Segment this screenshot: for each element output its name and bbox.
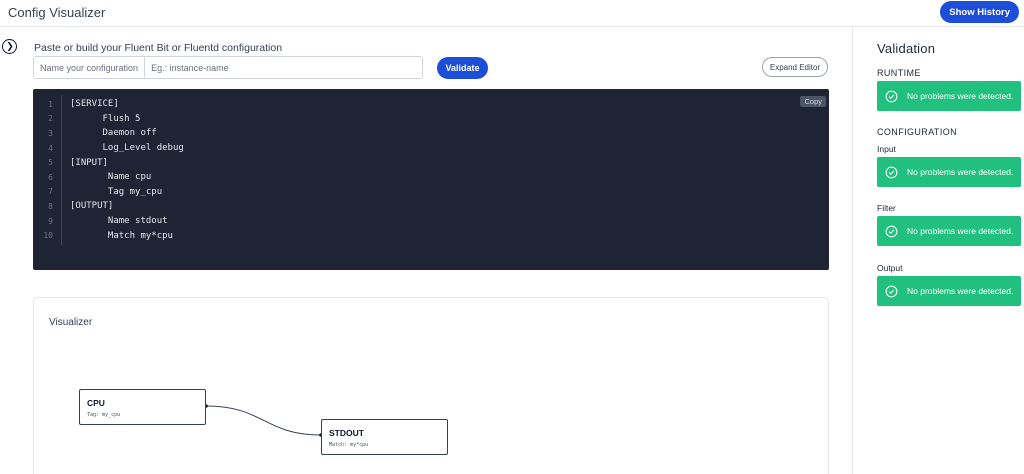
code-line: 10 Match my*cpu [33, 228, 184, 243]
line-text: Flush 5 [70, 113, 141, 124]
configuration-heading: CONFIGURATION [877, 127, 958, 137]
config-name-input[interactable] [145, 57, 422, 78]
sidebar-divider [852, 27, 853, 474]
code-line: 9 Name stdout [33, 214, 184, 229]
line-number: 1 [48, 99, 53, 109]
app-title: Config Visualizer [8, 5, 106, 20]
line-text: Name stdout [70, 216, 168, 227]
line-text: Log_Level debug [70, 143, 184, 154]
line-number: 10 [43, 231, 53, 241]
input-status: No problems were detected. [877, 157, 1021, 187]
line-number: 8 [48, 201, 53, 211]
check-circle-icon [885, 166, 898, 178]
line-number: 4 [48, 143, 53, 153]
line-number: 9 [48, 216, 53, 226]
line-text: [OUTPUT] [70, 201, 114, 212]
node-subtitle: Match: my*cpu [329, 442, 369, 448]
code-line: 1 [SERVICE] [33, 97, 184, 112]
top-bar: Config Visualizer Show History [0, 0, 1024, 27]
validate-button[interactable]: Validate [437, 57, 488, 79]
line-text: Name cpu [70, 172, 152, 183]
line-text: [INPUT] [70, 157, 108, 168]
line-number: 5 [48, 158, 53, 168]
collapse-toggle-button[interactable]: ❯ [2, 39, 17, 54]
output-node-stdout[interactable]: STDOUT Match: my*cpu [321, 419, 448, 455]
status-message: No problems were detected. [907, 226, 1014, 236]
check-circle-icon [885, 90, 898, 102]
runtime-heading: RUNTIME [877, 68, 921, 78]
visualizer-panel: Visualizer CPU Tag: my_cpu STDOUT Match:… [33, 297, 829, 474]
code-line: 5 [INPUT] [33, 155, 184, 170]
copy-button[interactable]: Copy [800, 96, 826, 107]
input-node-cpu[interactable]: CPU Tag: my_cpu [79, 389, 206, 425]
status-message: No problems were detected. [907, 91, 1014, 101]
code-line: 7 Tag my_cpu [33, 185, 184, 200]
code-line: 4 Log_Level debug [33, 141, 184, 156]
check-circle-icon [885, 225, 898, 237]
config-name-label: Name your configuration [34, 57, 146, 78]
line-number: 3 [48, 128, 53, 138]
chevron-right-icon: ❯ [6, 41, 14, 51]
line-number: 2 [48, 114, 53, 124]
code-line: 6 Name cpu [33, 170, 184, 185]
filter-status: No problems were detected. [877, 216, 1021, 246]
line-number: 6 [48, 172, 53, 182]
expand-editor-button[interactable]: Expand Editor [762, 57, 828, 77]
line-text: Daemon off [70, 128, 157, 139]
validation-title: Validation [877, 41, 936, 56]
check-circle-icon [885, 285, 898, 297]
node-title: STDOUT [329, 428, 364, 438]
filter-heading: Filter [877, 203, 896, 213]
status-message: No problems were detected. [907, 286, 1014, 296]
line-text: Tag my_cpu [70, 186, 163, 197]
output-heading: Output [877, 263, 903, 273]
input-heading: Input [877, 144, 896, 154]
node-subtitle: Tag: my_cpu [87, 412, 121, 418]
runtime-status: No problems were detected. [877, 81, 1021, 111]
show-history-button[interactable]: Show History [940, 1, 1019, 23]
code-editor[interactable]: Copy 1 [SERVICE] 2 Flush 5 3 Daemon off 4… [33, 89, 829, 270]
code-line: 3 Daemon off [33, 126, 184, 141]
line-number: 7 [48, 187, 53, 197]
code-lines: 1 [SERVICE] 2 Flush 5 3 Daemon off 4 Log_… [33, 97, 184, 243]
status-message: No problems were detected. [907, 167, 1014, 177]
line-text: Match my*cpu [70, 230, 173, 241]
config-prompt: Paste or build your Fluent Bit or Fluent… [34, 42, 283, 54]
code-line: 8 [OUTPUT] [33, 199, 184, 214]
node-title: CPU [87, 398, 105, 408]
output-status: No problems were detected. [877, 276, 1021, 306]
config-name-group: Name your configuration [33, 56, 423, 79]
code-line: 2 Flush 5 [33, 112, 184, 127]
line-text: [SERVICE] [70, 99, 119, 110]
